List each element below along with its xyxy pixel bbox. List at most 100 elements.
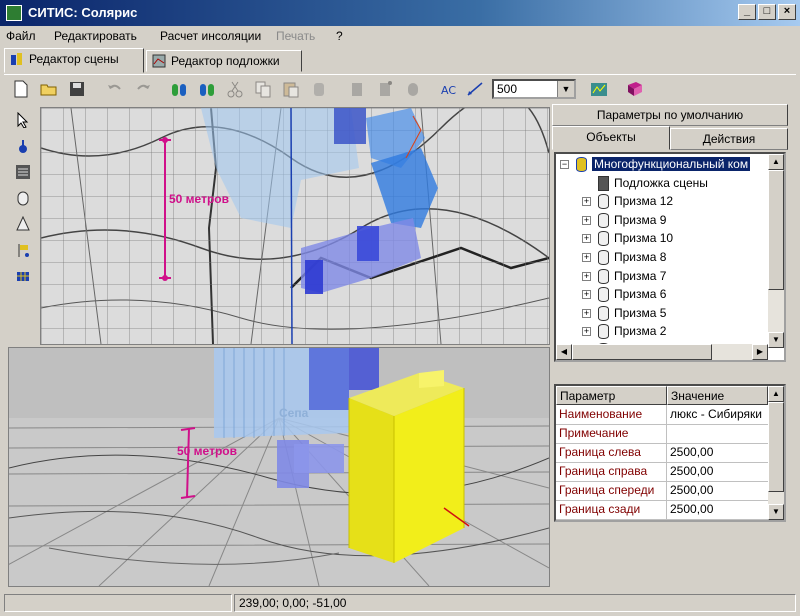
property-row[interactable]: Граница сзади 2500,00 — [556, 500, 768, 520]
props-scroll-down-icon[interactable]: ▼ — [768, 504, 784, 520]
tree-item[interactable]: + Призма 2 — [556, 323, 768, 341]
redo-icon[interactable] — [134, 80, 152, 98]
undo-icon[interactable] — [106, 80, 124, 98]
property-row[interactable]: Граница спереди 2500,00 — [556, 481, 768, 501]
scroll-left-icon[interactable]: ◀ — [556, 344, 572, 360]
cylinder-tool-icon[interactable] — [15, 190, 31, 206]
property-value[interactable]: 2500,00 — [670, 502, 766, 516]
expand-icon[interactable]: + — [582, 308, 591, 318]
help-book-icon[interactable] — [626, 80, 644, 98]
property-key: Граница слева — [559, 445, 641, 459]
insert-vertex-icon[interactable] — [376, 80, 394, 98]
props-header-param: Параметр — [556, 386, 667, 405]
plan-view-2d[interactable]: 50 метров — [40, 107, 550, 345]
close-button[interactable]: × — [778, 4, 796, 20]
property-value[interactable]: 2500,00 — [670, 445, 766, 459]
prisms-green-icon[interactable] — [170, 80, 188, 98]
menu-edit[interactable]: Редактировать — [54, 29, 137, 43]
perspective-view-3d[interactable]: 50 метров Сепа — [8, 347, 550, 587]
tree-item[interactable]: Подложка сцены — [556, 175, 768, 193]
tree-horizontal-scrollbar[interactable]: ◀ ▶ — [556, 344, 768, 360]
object-tree[interactable]: − Многофункциональный ком Подложка сцены + П… — [554, 152, 786, 362]
property-key: Граница справа — [559, 464, 648, 478]
expand-icon[interactable]: + — [582, 290, 591, 300]
tab-actions[interactable]: Действия — [670, 128, 788, 150]
tree-item[interactable]: + Призма 6 — [556, 286, 768, 304]
copy-icon[interactable] — [254, 80, 272, 98]
new-file-icon[interactable] — [12, 80, 30, 98]
save-icon[interactable] — [68, 80, 86, 98]
expand-icon[interactable]: + — [582, 327, 591, 337]
menu-print[interactable]: Печать — [276, 29, 315, 43]
cut-icon[interactable] — [226, 80, 244, 98]
tree-item[interactable]: + Призма 9 — [556, 212, 768, 230]
tab-scene-editor[interactable]: Редактор сцены — [4, 48, 144, 73]
menu-insolation[interactable]: Расчет инсоляции — [160, 29, 261, 43]
flag-tool-icon[interactable] — [15, 242, 31, 258]
prism-icon — [598, 305, 609, 321]
menu-file[interactable]: Файл — [6, 29, 36, 43]
tree-vertical-scrollbar[interactable]: ▲ ▼ — [768, 154, 784, 348]
hscroll-thumb[interactable] — [572, 344, 712, 360]
add-point-icon[interactable] — [348, 80, 366, 98]
tab-default-params[interactable]: Параметры по умолчанию — [552, 104, 788, 126]
expand-icon[interactable]: + — [582, 271, 591, 281]
property-value[interactable]: 2500,00 — [670, 464, 766, 478]
plan-scale-annotation: 50 метров — [169, 192, 229, 206]
tree-item-label: Призма 6 — [614, 287, 667, 302]
minimize-button[interactable]: _ — [738, 4, 756, 20]
paste-icon[interactable] — [282, 80, 300, 98]
rotate-icon[interactable]: AC — [440, 80, 458, 98]
measure-icon[interactable] — [466, 80, 484, 98]
chevron-down-icon[interactable]: ▼ — [557, 81, 574, 97]
tree-item[interactable]: + Призма 7 — [556, 268, 768, 286]
underlay-editor-icon — [152, 54, 166, 68]
remove-vertex-icon[interactable] — [404, 80, 422, 98]
point-tool-icon[interactable] — [15, 138, 31, 154]
prism-icon — [598, 324, 609, 340]
delete-icon[interactable] — [310, 80, 328, 98]
calculate-icon[interactable] — [590, 80, 608, 98]
property-value[interactable]: люкс - Сибиряки — [670, 407, 766, 421]
svg-text:AC: AC — [441, 84, 456, 97]
expand-icon[interactable]: + — [582, 234, 591, 244]
scroll-down-icon[interactable]: ▼ — [768, 332, 784, 348]
grid-tool-icon[interactable] — [15, 268, 31, 284]
cursor-arrow-icon[interactable] — [15, 112, 31, 128]
expand-icon[interactable]: + — [582, 215, 591, 225]
properties-grid[interactable]: Параметр Значение Наименование люкс - Сиб… — [554, 384, 786, 522]
tab-underlay-editor[interactable]: Редактор подложки — [146, 50, 302, 72]
tree-item[interactable]: − Многофункциональный ком — [556, 156, 768, 174]
props-vertical-scrollbar[interactable]: ▲ ▼ — [768, 386, 784, 520]
property-row[interactable]: Наименование люкс - Сибиряки — [556, 405, 768, 425]
prisms-blue-icon[interactable] — [198, 80, 216, 98]
props-scroll-thumb[interactable] — [768, 402, 784, 492]
menu-help[interactable]: ? — [336, 29, 343, 43]
property-row[interactable]: Граница слева 2500,00 — [556, 443, 768, 463]
open-folder-icon[interactable] — [40, 80, 58, 98]
expand-icon[interactable]: + — [582, 253, 591, 262]
maximize-button[interactable]: □ — [758, 4, 776, 20]
collapse-icon[interactable]: − — [560, 160, 569, 169]
scroll-right-icon[interactable]: ▶ — [752, 344, 768, 360]
tree-item[interactable]: + Призма 10 — [556, 230, 768, 248]
scale-combo[interactable]: 500 ▼ — [492, 79, 576, 99]
tree-item[interactable]: + Призма 5 — [556, 305, 768, 323]
pyramid-tool-icon[interactable] — [15, 216, 31, 232]
scene-3d[interactable] — [9, 348, 549, 586]
scroll-up-icon[interactable]: ▲ — [768, 154, 784, 170]
props-scroll-up-icon[interactable]: ▲ — [768, 386, 784, 402]
expand-icon[interactable]: + — [582, 197, 591, 207]
tree-item[interactable]: + Призма 8 — [556, 249, 768, 267]
property-row[interactable]: Граница справа 2500,00 — [556, 462, 768, 482]
scroll-thumb[interactable] — [768, 170, 784, 290]
tree-item[interactable]: + Призма 12 — [556, 193, 768, 211]
plan-map[interactable] — [41, 108, 549, 344]
texture-tool-icon[interactable] — [15, 164, 31, 180]
property-row[interactable]: Примечание — [556, 424, 768, 444]
tree-item-label: Призма 7 — [614, 268, 667, 283]
property-value[interactable]: 2500,00 — [670, 483, 766, 497]
tree-item-label: Многофункциональный ком — [592, 157, 751, 171]
tab-scene-editor-label: Редактор сцены — [29, 52, 119, 66]
tab-objects[interactable]: Объекты — [552, 126, 670, 150]
